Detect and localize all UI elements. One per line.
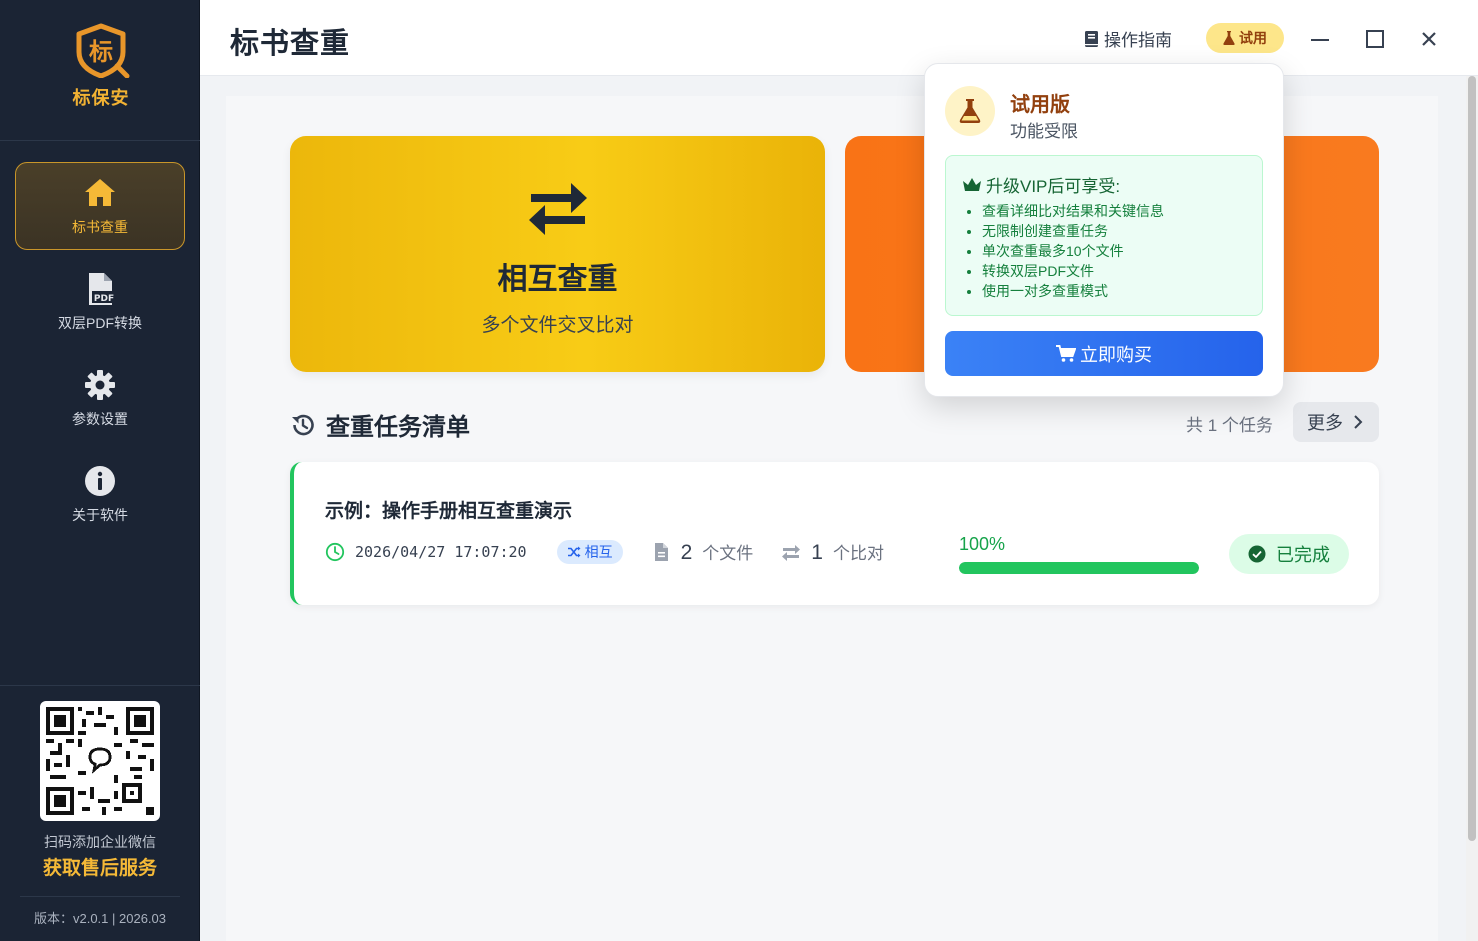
mutual-check-subtitle: 多个文件交叉比对 [481,315,634,336]
trial-popover: 试用版 功能受限 升级VIP后可享受: 查看详细比对结果和关键信息 无限制创建查… [924,63,1284,397]
pdf-file-icon: PDF [89,273,116,305]
page-title: 标书查重 [230,28,351,60]
task-card[interactable]: 示例：操作手册相互查重演示 2026/04/27 17:07:20 相互 2 个… [290,462,1379,605]
status-label: 已完成 [1276,545,1330,565]
task-count: 共 1 个任务 [1186,416,1273,435]
vip-benefit-item: 转换双层PDF文件 [982,261,1164,281]
flask-icon [959,99,981,123]
cart-icon [1056,344,1076,362]
pair-count-unit: 个比对 [832,544,884,563]
vip-benefit-item: 使用一对多查重模式 [982,281,1164,301]
vip-benefit-item: 无限制创建查重任务 [982,221,1164,241]
close-button[interactable] [1414,24,1444,54]
divider [0,685,200,686]
popover-title: 试用版 [1010,94,1070,116]
mutual-check-title: 相互查重 [497,263,618,296]
trial-label: 试用 [1239,30,1267,46]
mutual-check-card[interactable]: 相互查重 多个文件交叉比对 [290,136,825,372]
exchange-icon [782,545,801,561]
scrollbar[interactable] [1466,76,1478,941]
book-icon [1085,30,1098,47]
brand-name: 标保安 [72,88,130,108]
more-label: 更多 [1307,413,1343,433]
vip-benefit-item: 单次查重最多10个文件 [982,241,1164,261]
divider [0,140,200,141]
logo-glyph: 标 [89,38,113,66]
file-count: 2 个文件 [651,539,754,565]
gear-icon [85,370,115,400]
home-icon [85,179,115,206]
scrollbar-thumb[interactable] [1468,76,1476,841]
vip-heading: 升级VIP后可享受: [962,172,1120,197]
mode-tag: 相互 [556,540,623,564]
maximize-icon [1366,30,1384,48]
guide-label: 操作指南 [1104,31,1172,50]
vip-heading-text: 升级VIP后可享受: [986,177,1121,196]
header: 标书查重 操作指南 试用 [200,0,1478,76]
task-time-text: 2026/04/27 17:07:20 [355,543,527,561]
sidebar-item-settings[interactable]: 参数设置 [15,354,185,442]
guide-button[interactable]: 操作指南 [1084,26,1172,51]
version-text: 版本：v2.0.1 | 2026.03 [33,911,166,926]
info-icon [85,466,115,496]
clock-icon [325,542,345,562]
history-icon [292,414,314,435]
progress-fill [959,562,1199,574]
sidebar: 标 标保安 标书查重 PDF 双层PDF转换 参数设置 关于软件 扫码添加企业微… [0,0,200,941]
file-count-unit: 个文件 [702,544,754,563]
flask-icon [1223,31,1235,45]
task-list-title-text: 查重任务清单 [326,414,470,441]
logo-icon: 标 [76,23,130,78]
divider [20,896,180,897]
sidebar-item-label: 关于软件 [72,507,128,523]
sidebar-item-pdf-convert[interactable]: PDF 双层PDF转换 [15,258,185,346]
task-meta: 2026/04/27 17:07:20 相互 2 个文件 1 个比对 [325,540,884,564]
pair-count-number: 1 [811,541,823,564]
flask-icon-badge [945,86,995,136]
vip-benefits-box: 升级VIP后可享受: 查看详细比对结果和关键信息 无限制创建查重任务 单次查重最… [945,155,1263,316]
sidebar-item-bid-check[interactable]: 标书查重 [15,162,185,250]
maximize-button[interactable] [1360,24,1390,54]
trial-badge[interactable]: 试用 [1206,23,1284,53]
shuffle-icon [567,546,581,558]
task-list-title: 查重任务清单 [290,407,470,442]
sidebar-item-about[interactable]: 关于软件 [15,450,185,538]
task-name: 示例：操作手册相互查重演示 [325,501,573,522]
buy-now-button[interactable]: 立即购买 [945,331,1263,376]
task-time: 2026/04/27 17:07:20 [325,542,527,562]
qr-service-text: 获取售后服务 [42,858,157,879]
swap-arrows-icon [528,183,587,235]
file-count-number: 2 [680,541,693,564]
check-circle-icon [1248,545,1266,563]
pair-count: 1 个比对 [781,539,884,565]
file-icon [654,543,668,561]
chevron-right-icon [1354,415,1363,429]
minimize-icon [1311,39,1329,41]
qr-code-icon [46,707,154,815]
app-logo: 标 标保安 [36,22,166,120]
close-icon [1422,32,1436,46]
buy-now-label: 立即购买 [1080,344,1152,365]
progress-label: 100% [959,534,1006,554]
sidebar-item-label: 双层PDF转换 [58,315,142,331]
progress-bar [959,562,1199,574]
qr-code [40,701,160,821]
sidebar-item-label: 标书查重 [72,219,128,235]
crown-icon [963,177,981,191]
more-button[interactable]: 更多 [1293,402,1379,442]
qr-caption: 扫码添加企业微信 [44,834,156,850]
svg-text:PDF: PDF [94,294,114,304]
status-badge: 已完成 [1229,534,1349,574]
mode-label: 相互 [584,544,613,560]
vip-benefit-list: 查看详细比对结果和关键信息 无限制创建查重任务 单次查重最多10个文件 转换双层… [982,201,1164,301]
vip-benefit-item: 查看详细比对结果和关键信息 [982,201,1164,221]
sidebar-item-label: 参数设置 [72,411,128,427]
minimize-button[interactable] [1305,24,1335,54]
popover-subtitle: 功能受限 [1010,122,1078,141]
